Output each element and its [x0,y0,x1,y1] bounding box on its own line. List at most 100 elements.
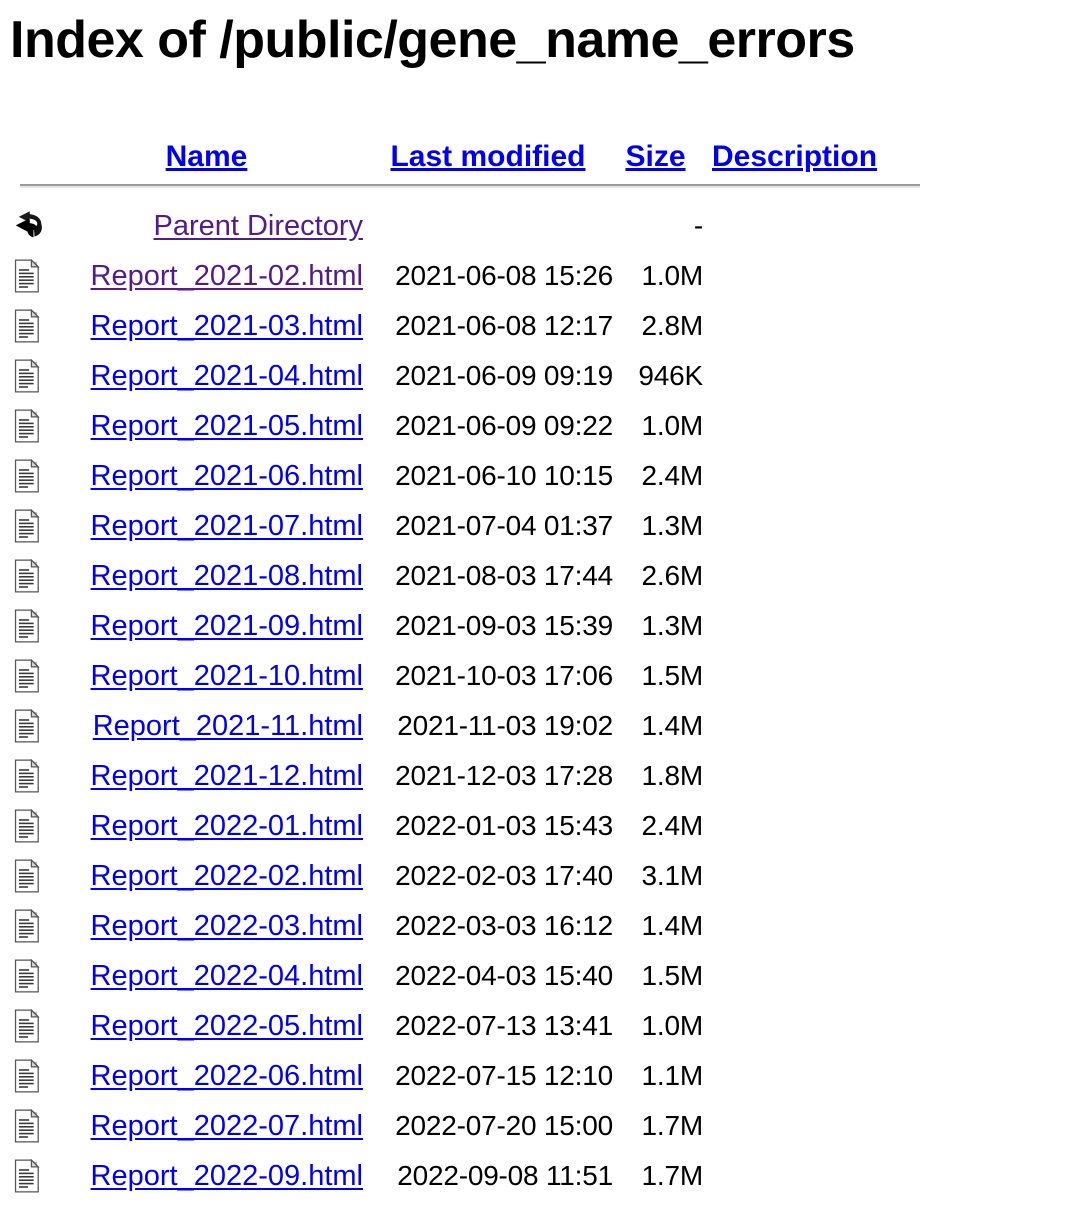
file-row: Report_2021-04.html 2021-06-09 09:19 946K [0,351,1080,401]
file-link[interactable]: Report_2021-03.html [91,310,363,342]
file-link[interactable]: Report_2021-11.html [93,710,363,742]
sort-by-description-link[interactable]: Description [712,140,877,173]
row-icon-cell [0,509,50,543]
row-icon-cell [0,1109,50,1143]
file-link[interactable]: Report_2021-05.html [91,410,363,442]
row-icon-cell [0,759,50,793]
last-modified-cell: 2022-02-03 17:40 [395,860,613,891]
file-name-cell: Report_2021-03.html [50,310,363,343]
file-link[interactable]: Report_2022-07.html [91,1110,363,1142]
file-link[interactable]: Report_2022-02.html [91,860,363,892]
column-header-description: Description [698,140,877,174]
file-row: Report_2021-11.html 2021-11-03 19:02 1.4M [0,701,1080,751]
last-modified-cell: 2021-06-08 15:26 [395,260,613,291]
row-icon-cell [0,559,50,593]
sort-by-last-modified-link[interactable]: Last modified [390,140,585,173]
row-icon-cell [0,909,50,943]
file-link[interactable]: Report_2022-09.html [91,1160,363,1192]
file-row: Report_2021-05.html 2021-06-09 09:22 1.0M [0,401,1080,451]
row-icon-cell [0,211,50,241]
file-row: Report_2021-10.html 2021-10-03 17:06 1.5M [0,651,1080,701]
size-cell: 1.4M [641,710,704,741]
file-row: Report_2022-04.html 2022-04-03 15:40 1.5M [0,951,1080,1001]
file-link[interactable]: Report_2021-07.html [91,510,363,542]
file-row: Report_2021-07.html 2021-07-04 01:37 1.3M [0,501,1080,551]
text-file-icon [14,559,42,593]
size-cell: 1.0M [641,410,704,441]
size-cell: 1.5M [641,960,704,991]
listing-header-row: Name Last modified Size Description [0,128,1080,174]
size-cell: 2.6M [641,560,704,591]
file-name-cell: Report_2022-01.html [50,810,363,843]
file-link[interactable]: Report_2021-06.html [91,460,363,492]
text-file-icon [14,1109,42,1143]
text-file-icon [14,309,42,343]
file-row: Report_2021-08.html 2021-08-03 17:44 2.6M [0,551,1080,601]
column-header-name: Name [0,140,363,174]
text-file-icon [14,909,42,943]
text-file-icon [14,1059,42,1093]
size-cell: 2.4M [641,460,704,491]
row-icon-cell [0,1059,50,1093]
file-rows: Parent Directory - Report_2021-02.html 2021… [0,201,1080,1201]
file-link[interactable]: Report_2021-09.html [91,610,363,642]
size-cell: 1.1M [641,1060,704,1091]
file-name-cell: Report_2021-09.html [50,610,363,643]
file-name-cell: Report_2022-02.html [50,860,363,893]
file-link[interactable]: Report_2021-08.html [91,560,363,592]
file-name-cell: Report_2022-04.html [50,960,363,993]
text-file-icon [14,709,42,743]
file-link[interactable]: Report_2022-03.html [91,910,363,942]
text-file-icon [14,459,42,493]
size-cell: 2.8M [641,310,704,341]
size-cell: - [693,210,703,241]
file-name-cell: Report_2021-06.html [50,460,363,493]
file-row: Report_2021-09.html 2021-09-03 15:39 1.3M [0,601,1080,651]
file-row: Report_2021-12.html 2021-12-03 17:28 1.8M [0,751,1080,801]
size-cell: 1.7M [641,1160,704,1191]
row-icon-cell [0,1159,50,1193]
file-link[interactable]: Report_2021-10.html [91,660,363,692]
file-row: Report_2022-01.html 2022-01-03 15:43 2.4M [0,801,1080,851]
file-link[interactable]: Report_2022-04.html [91,960,363,992]
sort-by-name-link[interactable]: Name [166,140,248,173]
size-cell: 1.8M [641,760,704,791]
file-link[interactable]: Report_2021-12.html [91,760,363,792]
sort-by-size-link[interactable]: Size [625,140,685,173]
last-modified-cell: 2021-12-03 17:28 [395,760,613,791]
size-cell: 2.4M [641,810,704,841]
size-cell: 1.0M [641,260,704,291]
file-row: Report_2022-06.html 2022-07-15 12:10 1.1M [0,1051,1080,1101]
size-cell: 1.0M [641,1010,704,1041]
row-icon-cell [0,859,50,893]
parent-directory-row: Parent Directory - [0,201,1080,251]
file-name-cell: Report_2021-04.html [50,360,363,393]
text-file-icon [14,259,42,293]
text-file-icon [14,609,42,643]
file-link[interactable]: Report_2021-04.html [91,360,363,392]
text-file-icon [14,509,42,543]
file-row: Report_2021-06.html 2021-06-10 10:15 2.4M [0,451,1080,501]
file-row: Report_2022-03.html 2022-03-03 16:12 1.4M [0,901,1080,951]
last-modified-cell: 2022-07-20 15:00 [395,1110,613,1141]
parent-directory-link[interactable]: Parent Directory [153,210,363,242]
size-cell: 1.3M [641,610,704,641]
last-modified-cell: 2021-11-03 19:02 [397,710,613,741]
file-row: Report_2022-05.html 2022-07-13 13:41 1.0M [0,1001,1080,1051]
file-name-cell: Report_2021-08.html [50,560,363,593]
text-file-icon [14,809,42,843]
back-arrow-icon [14,211,44,241]
text-file-icon [14,759,42,793]
file-link[interactable]: Report_2022-01.html [91,810,363,842]
file-link[interactable]: Report_2022-05.html [91,1010,363,1042]
file-name-cell: Report_2022-06.html [50,1060,363,1093]
file-name-cell: Report_2022-05.html [50,1010,363,1043]
text-file-icon [14,959,42,993]
page-title: Index of /public/gene_name_errors [10,11,855,69]
file-link[interactable]: Report_2022-06.html [91,1060,363,1092]
last-modified-cell: 2022-07-15 12:10 [395,1060,613,1091]
file-link[interactable]: Report_2021-02.html [91,260,363,292]
row-icon-cell [0,1009,50,1043]
last-modified-cell: 2021-07-04 01:37 [395,510,613,541]
text-file-icon [14,659,42,693]
